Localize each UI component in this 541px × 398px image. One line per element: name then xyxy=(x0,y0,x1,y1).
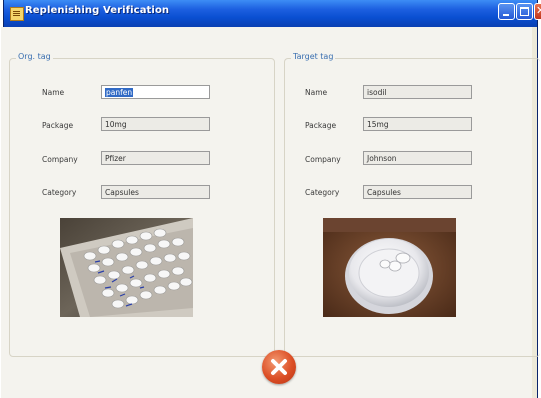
target-company-label: Company xyxy=(305,155,341,164)
org-name-label: Name xyxy=(42,88,65,97)
cancel-button[interactable] xyxy=(262,350,296,384)
org-name-field[interactable]: panfen xyxy=(101,85,210,99)
org-category-label: Category xyxy=(42,188,77,197)
maximize-button[interactable] xyxy=(516,3,533,20)
target-package-label: Package xyxy=(305,121,337,130)
target-category-label: Category xyxy=(305,188,340,197)
org-name-value: panfen xyxy=(105,88,134,97)
title-bar[interactable]: Replenishing Verification xyxy=(4,0,541,27)
org-pills-photo xyxy=(60,218,193,317)
org-tag-legend: Org. tag xyxy=(16,52,53,61)
minimize-button[interactable] xyxy=(498,3,515,20)
target-pills-photo xyxy=(323,218,456,317)
org-package-field[interactable]: 10mg xyxy=(101,117,210,131)
org-company-field[interactable]: Pfizer xyxy=(101,151,210,165)
window-title: Replenishing Verification xyxy=(25,5,170,16)
target-name-field[interactable]: isodil xyxy=(363,85,472,99)
org-package-label: Package xyxy=(42,121,74,130)
org-category-field[interactable]: Capsules xyxy=(101,185,210,199)
target-package-field[interactable]: 15mg xyxy=(363,117,472,131)
close-button[interactable] xyxy=(534,3,541,20)
target-tag-group: Target tag Name isodil Package 15mg Comp… xyxy=(284,52,540,357)
cancel-x-icon xyxy=(271,359,287,375)
target-tag-legend: Target tag xyxy=(291,52,336,61)
target-company-field[interactable]: Johnson xyxy=(363,151,472,165)
org-company-label: Company xyxy=(42,155,78,164)
target-category-field[interactable]: Capsules xyxy=(363,185,472,199)
target-name-label: Name xyxy=(305,88,328,97)
app-window-icon xyxy=(10,7,24,21)
org-tag-group: Org. tag Name panfen Package 10mg Compan… xyxy=(9,52,275,357)
